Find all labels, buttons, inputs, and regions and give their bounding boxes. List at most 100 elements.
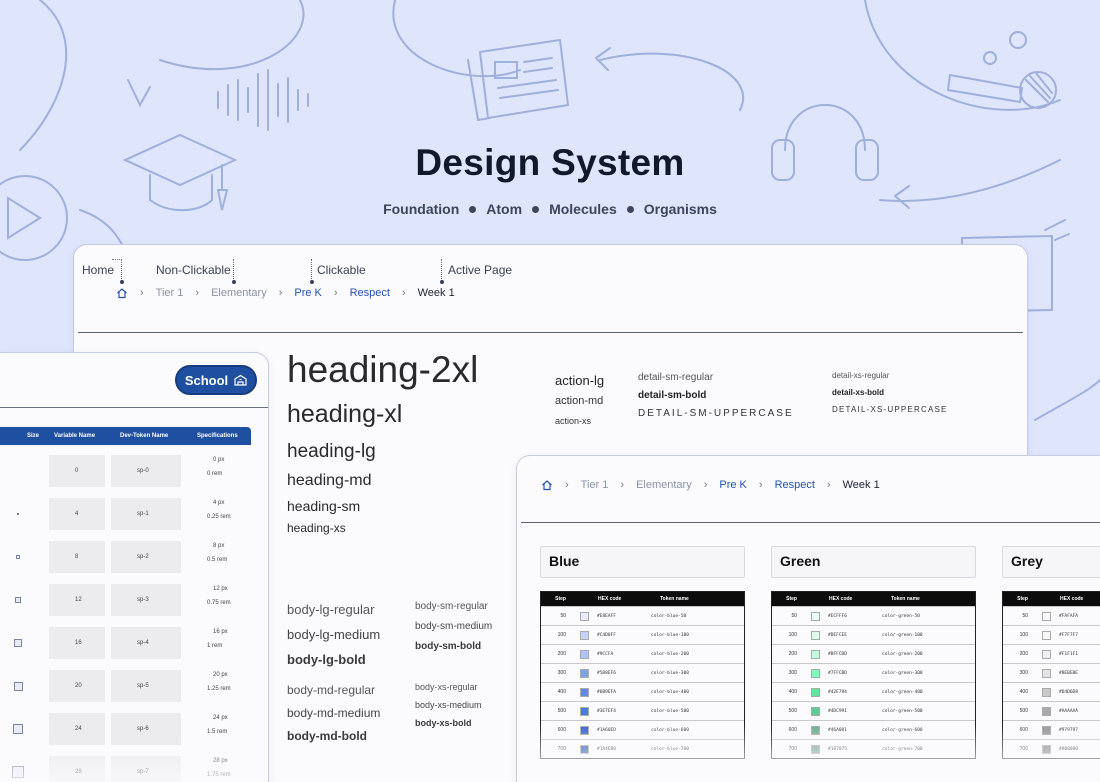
spec-rem: 1.25 rem (207, 686, 231, 692)
nav-separator-dot (626, 205, 634, 213)
body-md-medium-sample: body-md-medium (287, 706, 381, 720)
color-swatch (580, 630, 589, 640)
color-row: 500#AAAAAAcolor-grey-500 (1003, 701, 1100, 720)
color-swatch (1042, 611, 1051, 621)
color-group-title: Blue (540, 546, 745, 578)
token-value: sp-4 (137, 640, 149, 646)
size-cell: 16 (49, 627, 105, 659)
color-table-header: StepHEX codeToken name (1003, 592, 1100, 606)
school-button-label: School (184, 372, 229, 388)
divider (521, 522, 1100, 523)
step-value: 300 (1019, 670, 1028, 676)
col-size: Size (27, 433, 40, 439)
color-group-title: Grey (1002, 546, 1100, 578)
spec-px: 12 px (213, 586, 228, 592)
detail-sm-regular-sample: detail-sm-regular (638, 372, 714, 383)
spacing-swatch (16, 555, 20, 559)
size-cell: 12 (49, 584, 105, 616)
nav-molecules[interactable]: Molecules (549, 201, 617, 217)
color-row: 50#FAFAFAcolor-grey-50 (1003, 606, 1100, 625)
token-name: color-green-100 (882, 632, 923, 638)
hex-value: #4DC991 (828, 708, 847, 714)
heading-md-sample: heading-md (287, 472, 372, 489)
color-header-cell: Step (786, 596, 797, 602)
body-xs-bold-sample: body-xs-bold (415, 718, 472, 728)
token-value: sp-5 (137, 683, 149, 689)
color-swatch (811, 630, 820, 640)
divider (78, 332, 1023, 333)
annotation-dot (232, 280, 236, 284)
hex-value: #3E7EF4 (597, 708, 616, 714)
spacing-card: School Size Variable Name Dev-Token Name… (0, 352, 269, 782)
step-value: 500 (788, 708, 797, 714)
hex-value: #AAAAAA (1059, 708, 1078, 714)
token-value: sp-2 (137, 554, 149, 560)
annotation-active-page: Active Page (448, 263, 513, 277)
detail-xs-bold-sample: detail-xs-bold (832, 388, 885, 397)
spacing-swatch (13, 681, 23, 691)
color-swatch (1042, 687, 1051, 697)
step-value: 100 (788, 632, 797, 638)
size-value: 16 (75, 640, 82, 646)
token-name: color-green-200 (882, 651, 923, 657)
color-swatch (580, 649, 589, 659)
school-button[interactable]: School (175, 365, 257, 395)
action-xs-sample: action-xs (555, 416, 592, 426)
spacing-row: 8 sp-2 8 px 0.5 rem (0, 541, 251, 585)
home-icon[interactable] (116, 287, 128, 299)
divider (0, 407, 268, 408)
chevron-right-icon: › (195, 287, 200, 299)
token-cell: sp-3 (111, 584, 181, 616)
hex-value: #FAFAFA (1059, 613, 1078, 619)
crumb-pre-k[interactable]: Pre K (294, 287, 322, 299)
color-header-cell: Step (555, 596, 566, 602)
step-value: 50 (560, 613, 566, 619)
token-cell: sp-0 (111, 455, 181, 487)
step-value: 400 (557, 689, 566, 695)
col-dev-token-name: Dev-Token Name (120, 433, 169, 439)
soundwave-icon (217, 69, 309, 131)
color-row: 100 #C4D0FF color-blue-100 (541, 625, 744, 644)
body-lg-bold-sample: body-lg-bold (287, 652, 366, 667)
color-row: 100#F7F7F7color-grey-100 (1003, 625, 1100, 644)
spec-px: 0 px (213, 457, 225, 463)
home-icon[interactable] (541, 479, 553, 491)
spacing-row: 0 sp-0 0 px 0 rem (0, 455, 251, 499)
heading-lg-sample: heading-lg (287, 441, 376, 462)
crumb-elementary: Elementary (636, 479, 692, 491)
crumb-respect[interactable]: Respect (350, 287, 390, 299)
detail-xs-uppercase-sample: DETAIL-XS-UPPERCASE (832, 405, 948, 414)
action-md-sample: action-md (555, 395, 604, 407)
step-value: 400 (1019, 689, 1028, 695)
body-md-regular-sample: body-md-regular (287, 683, 376, 697)
body-sm-medium-sample: body-sm-medium (415, 621, 493, 632)
crumb-pre-k[interactable]: Pre K (719, 479, 747, 491)
hex-value: #BEBEBE (1059, 670, 1078, 676)
detail-sm-uppercase-sample: DETAIL-SM-UPPERCASE (638, 408, 794, 419)
chevron-right-icon: › (401, 287, 406, 299)
body-lg-medium-sample: body-lg-medium (287, 627, 381, 642)
detail-sm-bold-sample: detail-sm-bold (638, 390, 707, 401)
breadcrumb: › Tier 1 › Elementary › Pre K › Respect … (541, 479, 880, 491)
crumb-respect[interactable]: Respect (775, 479, 815, 491)
nav-separator-dot (469, 205, 477, 213)
chevron-right-icon: › (703, 479, 708, 491)
nav-organisms[interactable]: Organisms (644, 201, 717, 217)
fade-overlay (517, 724, 1100, 782)
annotation-line (121, 259, 122, 281)
color-row: 200 #9CCFA color-blue-200 (541, 644, 744, 663)
color-row: 50 #E8EAFF color-blue-50 (541, 606, 744, 625)
nav-separator-dot (532, 205, 540, 213)
chevron-right-icon: › (278, 287, 283, 299)
token-name: color-green-400 (882, 689, 923, 695)
color-row: 500 #4DC991 color-green-500 (772, 701, 975, 720)
hex-value: #9CCFA (597, 651, 614, 657)
step-value: 50 (791, 613, 797, 619)
nav-foundation[interactable]: Foundation (383, 201, 459, 217)
spacing-swatch (17, 513, 19, 515)
crumb-tier-1: Tier 1 (580, 479, 609, 491)
color-row: 400 #6B9EFA color-blue-400 (541, 682, 744, 701)
spacing-row: 16 sp-4 16 px 1 rem (0, 627, 251, 671)
nav-atom[interactable]: Atom (486, 201, 522, 217)
hex-value: #5B8EF6 (597, 670, 616, 676)
